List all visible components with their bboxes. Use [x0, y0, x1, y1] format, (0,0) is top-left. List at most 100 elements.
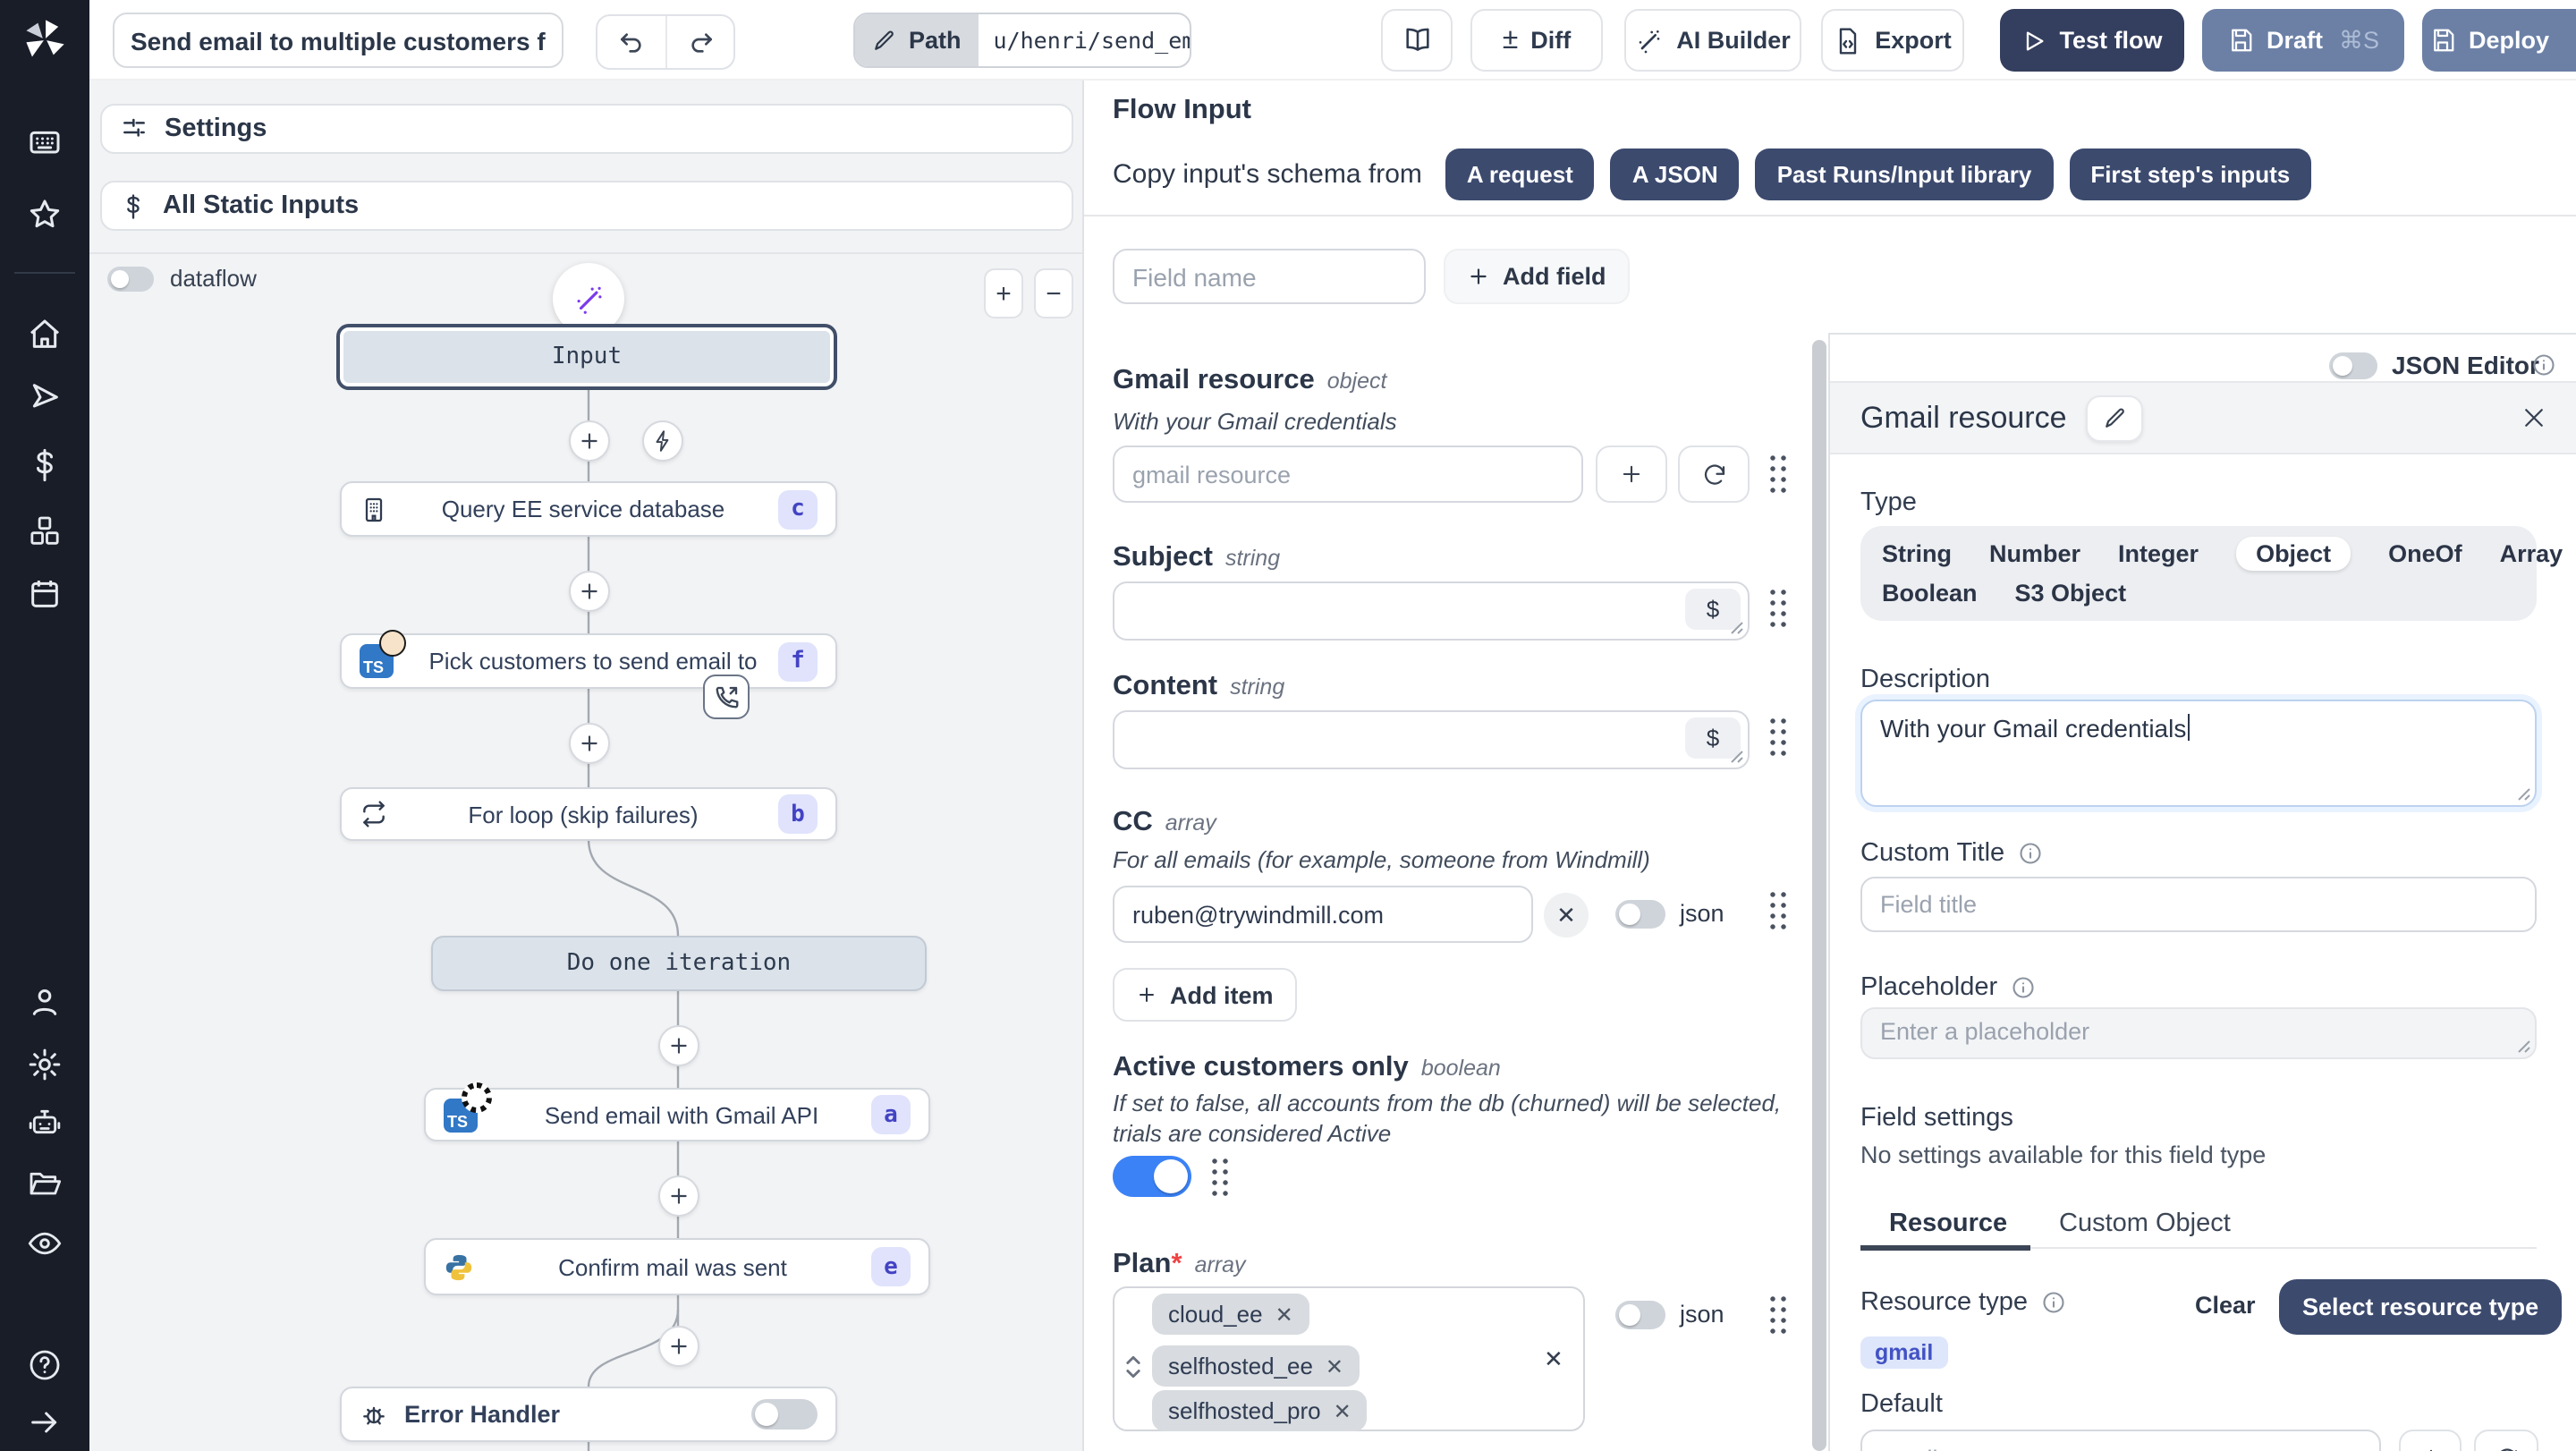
- tag-pill[interactable]: selfhosted_ee✕: [1152, 1345, 1360, 1387]
- field-name-input[interactable]: [1113, 249, 1426, 304]
- drag-handle[interactable]: [1767, 889, 1787, 932]
- undo-button[interactable]: [597, 16, 665, 68]
- export-button[interactable]: Export: [1821, 9, 1964, 72]
- add-step-button[interactable]: [569, 723, 610, 764]
- active-customers-toggle[interactable]: [1113, 1156, 1191, 1197]
- diff-button[interactable]: ± Diff: [1470, 9, 1603, 72]
- type-option-array[interactable]: Array: [2500, 537, 2563, 571]
- add-field-button[interactable]: Add field: [1444, 249, 1630, 304]
- tab-resource[interactable]: Resource: [1889, 1209, 2007, 1238]
- type-option-object[interactable]: Object: [2236, 537, 2351, 571]
- panel-icon[interactable]: [0, 118, 89, 168]
- plan-json-toggle[interactable]: [1615, 1301, 1665, 1329]
- default-resource-input[interactable]: [1860, 1430, 2381, 1451]
- content-textarea[interactable]: $: [1113, 710, 1750, 769]
- sort-handle-icon[interactable]: [1123, 1353, 1143, 1381]
- add-step-button[interactable]: [569, 571, 610, 612]
- star-icon[interactable]: [0, 190, 89, 240]
- graph-node-pick-customers[interactable]: TS Pick customers to send email to f: [340, 633, 837, 689]
- tag-pill[interactable]: selfhosted_pro✕: [1152, 1390, 1368, 1431]
- add-trigger-button[interactable]: [642, 420, 683, 462]
- path-chip[interactable]: Path u/henri/send_em: [853, 13, 1191, 68]
- gmail-resource-input[interactable]: [1113, 445, 1583, 503]
- user-icon[interactable]: [0, 977, 89, 1027]
- resize-handle[interactable]: [1730, 750, 1744, 764]
- tag-pill[interactable]: cloud_ee✕: [1152, 1294, 1309, 1335]
- drag-handle[interactable]: [1209, 1156, 1229, 1199]
- variables-icon[interactable]: [0, 440, 89, 490]
- remove-tag-icon[interactable]: ✕: [1275, 1302, 1293, 1327]
- panel-scrollbar[interactable]: [1812, 340, 1826, 1451]
- resources-icon[interactable]: [0, 506, 89, 556]
- add-step-button[interactable]: [569, 420, 610, 462]
- drag-handle[interactable]: [1767, 716, 1787, 759]
- close-inspector-button[interactable]: [2521, 404, 2547, 431]
- type-option-string[interactable]: String: [1882, 537, 1952, 571]
- graph-node-confirm-mail[interactable]: Confirm mail was sent e: [424, 1238, 930, 1295]
- schedules-icon[interactable]: [0, 569, 89, 619]
- copy-schema-pastruns-button[interactable]: Past Runs/Input library: [1756, 148, 2054, 200]
- cc-item-input[interactable]: [1113, 886, 1533, 943]
- ai-builder-button[interactable]: AI Builder: [1624, 9, 1801, 72]
- deploy-button[interactable]: Deploy: [2411, 27, 2567, 54]
- add-step-button[interactable]: [658, 1175, 699, 1217]
- drag-handle[interactable]: [1767, 453, 1787, 496]
- redo-button[interactable]: [665, 16, 733, 68]
- cache-phone-badge[interactable]: [703, 675, 750, 719]
- custom-title-input[interactable]: [1860, 877, 2537, 932]
- resize-handle[interactable]: [1730, 621, 1744, 635]
- help-icon[interactable]: [0, 1340, 89, 1390]
- description-textarea[interactable]: With your Gmail credentials: [1860, 700, 2537, 807]
- add-resource-button[interactable]: [1596, 445, 1667, 503]
- copy-schema-request-button[interactable]: A request: [1445, 148, 1595, 200]
- docs-button[interactable]: [1381, 9, 1453, 72]
- folders-icon[interactable]: [0, 1159, 89, 1209]
- expand-icon[interactable]: [0, 1397, 89, 1447]
- add-default-button[interactable]: [2399, 1430, 2462, 1451]
- type-option-s3object[interactable]: S3 Object: [2015, 576, 2127, 610]
- resize-handle[interactable]: [2517, 1039, 2531, 1054]
- path-value[interactable]: u/henri/send_em: [979, 14, 1190, 66]
- refresh-resource-button[interactable]: [1678, 445, 1750, 503]
- settings-icon[interactable]: [0, 1039, 89, 1090]
- plan-tags-box[interactable]: cloud_ee✕ selfhosted_ee✕ selfhosted_pro✕…: [1113, 1286, 1585, 1431]
- type-option-integer[interactable]: Integer: [2118, 537, 2199, 571]
- draft-button[interactable]: Draft ⌘S: [2202, 9, 2404, 72]
- type-option-number[interactable]: Number: [1989, 537, 2080, 571]
- graph-node-error-handler[interactable]: Error Handler: [340, 1387, 837, 1442]
- subject-textarea[interactable]: $: [1113, 581, 1750, 641]
- clear-resource-button[interactable]: Clear: [2195, 1292, 2256, 1319]
- graph-node-for-loop[interactable]: For loop (skip failures) b: [340, 787, 837, 841]
- graph-node-do-one-iteration[interactable]: Do one iteration: [431, 936, 927, 991]
- resize-handle[interactable]: [2517, 787, 2531, 802]
- runs-icon[interactable]: [0, 372, 89, 422]
- drag-handle[interactable]: [1767, 1294, 1787, 1336]
- error-handler-toggle[interactable]: [751, 1399, 818, 1430]
- type-option-boolean[interactable]: Boolean: [1882, 576, 1978, 610]
- test-flow-button[interactable]: Test flow: [2000, 9, 2184, 72]
- drag-handle[interactable]: [1767, 587, 1787, 630]
- remove-item-button[interactable]: ✕: [1544, 893, 1589, 938]
- json-editor-toggle[interactable]: [2329, 352, 2377, 379]
- windmill-logo[interactable]: [0, 14, 89, 64]
- remove-tag-icon[interactable]: ✕: [1334, 1398, 1352, 1423]
- audit-icon[interactable]: [0, 1218, 89, 1269]
- graph-node-send-email[interactable]: TS Send email with Gmail API a: [424, 1088, 930, 1141]
- graph-node-query-db[interactable]: Query EE service database c: [340, 481, 837, 537]
- edit-field-name-button[interactable]: [2087, 395, 2144, 441]
- placeholder-textarea[interactable]: Enter a placeholder: [1860, 1007, 2537, 1059]
- clear-tags-button[interactable]: ✕: [1544, 1345, 1563, 1374]
- cc-json-toggle[interactable]: [1615, 900, 1665, 929]
- copy-schema-json-button[interactable]: A JSON: [1611, 148, 1740, 200]
- select-resource-type-button[interactable]: Select resource type: [2279, 1279, 2562, 1335]
- remove-tag-icon[interactable]: ✕: [1326, 1353, 1343, 1379]
- add-step-button[interactable]: [658, 1326, 699, 1367]
- type-option-oneof[interactable]: OneOf: [2388, 537, 2462, 571]
- home-icon[interactable]: [0, 310, 89, 360]
- flow-title-input[interactable]: [113, 13, 564, 68]
- refresh-default-button[interactable]: [2474, 1430, 2538, 1451]
- add-item-button[interactable]: Add item: [1113, 968, 1297, 1022]
- copy-schema-firststep-button[interactable]: First step's inputs: [2069, 148, 2311, 200]
- tab-custom-object[interactable]: Custom Object: [2059, 1209, 2231, 1238]
- graph-node-input[interactable]: Input: [336, 324, 837, 390]
